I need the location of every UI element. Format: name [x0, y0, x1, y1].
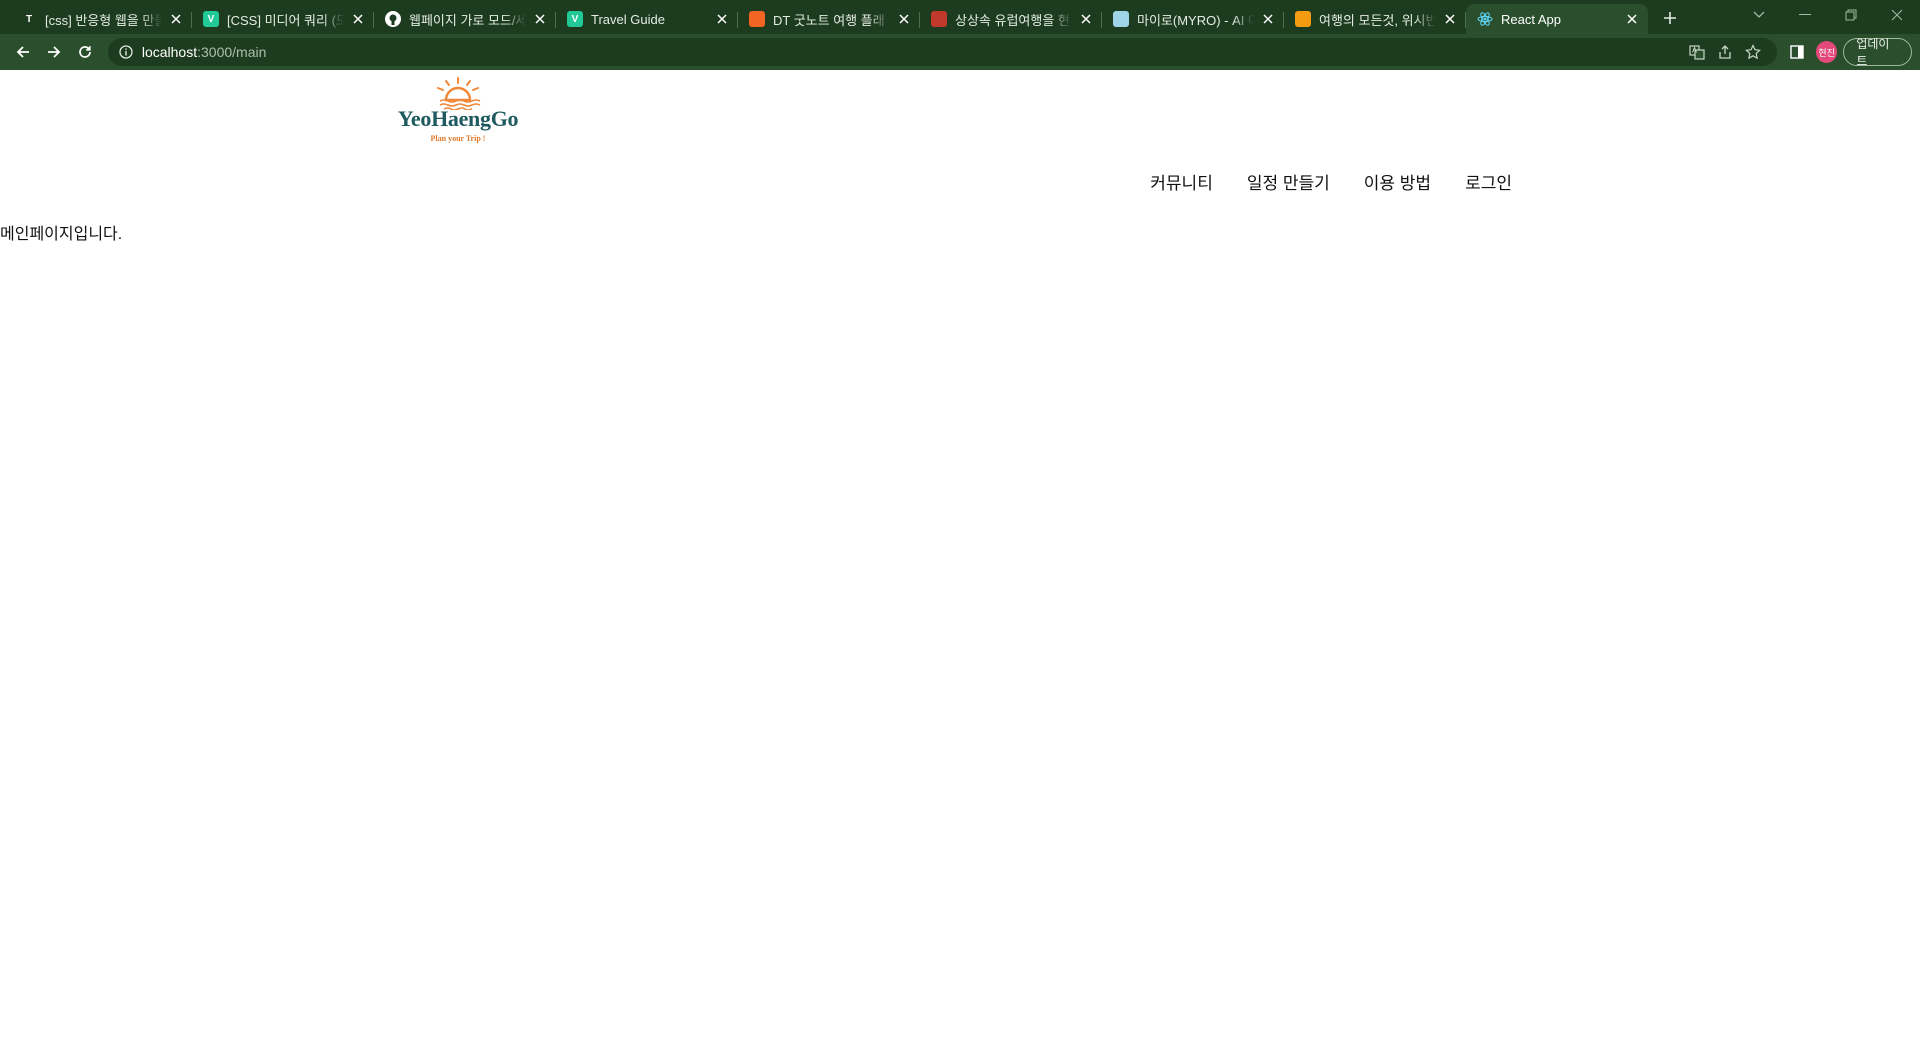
nav-how-to-use[interactable]: 이용 방법 [1364, 169, 1431, 194]
close-icon[interactable] [1078, 11, 1094, 27]
update-button[interactable]: 업데이트 [1843, 37, 1913, 68]
arrow-left-icon [16, 46, 29, 58]
close-icon[interactable] [1624, 11, 1640, 27]
react-icon [1477, 11, 1493, 27]
browser-tab[interactable]: 웹페이지 가로 모드/세 [374, 4, 556, 34]
side-panel-icon[interactable] [1781, 37, 1812, 67]
browser-tab[interactable]: DT 굿노트 여행 플래 [738, 4, 920, 34]
chevron-down-icon [1753, 11, 1765, 18]
tab-title: 웹페이지 가로 모드/세 [409, 12, 526, 28]
velog-icon: V [203, 11, 219, 27]
profile-avatar[interactable]: 현진 [1816, 41, 1838, 63]
reload-icon [79, 46, 92, 58]
browser-tab[interactable]: 마이로(MYRO) - AI 여 [1102, 4, 1284, 34]
site-info-icon[interactable] [118, 44, 134, 60]
url-path: :3000/main [197, 44, 267, 60]
back-button[interactable] [8, 37, 37, 67]
close-icon[interactable] [1442, 11, 1458, 27]
close-icon[interactable] [168, 11, 184, 27]
arrow-right-icon [47, 46, 61, 58]
tab-title: Travel Guide [591, 11, 665, 27]
address-bar[interactable]: localhost:3000/main [107, 38, 1778, 66]
page-viewport: YeoHaengGo Plan your Trip ! 커뮤니티 일정 만들기 … [0, 70, 1920, 1040]
logo-tagline: Plan your Trip ! [430, 134, 486, 143]
tab-title: DT 굿노트 여행 플래 [773, 12, 885, 28]
close-icon[interactable] [714, 11, 730, 27]
browser-tab[interactable]: T [css] 반응형 웹을 만들 [10, 4, 192, 34]
tab-title: 여행의 모든것, 위시빈 [1319, 12, 1436, 28]
url-host: localhost [141, 44, 198, 60]
tab-title: React App [1501, 11, 1561, 27]
tab-title: 마이로(MYRO) - AI 여 [1137, 12, 1254, 28]
main-page-text: 메인페이지입니다. [0, 226, 123, 243]
velog-icon: V [567, 11, 583, 27]
brand-icon [749, 11, 765, 27]
share-icon[interactable] [1711, 38, 1739, 66]
nav-login[interactable]: 로그인 [1465, 169, 1512, 194]
minimize-icon [1799, 14, 1811, 15]
logo-wordmark: YeoHaengGo [397, 106, 519, 131]
tistory-icon: T [21, 11, 37, 27]
nav-community[interactable]: 커뮤니티 [1150, 169, 1213, 194]
close-icon[interactable] [350, 11, 366, 27]
minimize-button[interactable] [1782, 0, 1828, 30]
bookmark-star-icon[interactable] [1739, 38, 1767, 66]
tab-title: 상상속 유럽여행을 현 [955, 12, 1070, 28]
github-icon [385, 11, 401, 27]
tab-title: [css] 반응형 웹을 만들 [45, 12, 162, 28]
browser-tab[interactable]: React App [1466, 4, 1648, 34]
tab-strip: T [css] 반응형 웹을 만들 V [CSS] 미디어 쿼리 (모 웹페이지 가로 … [0, 0, 1920, 34]
nav-create-schedule[interactable]: 일정 만들기 [1247, 169, 1330, 194]
myro-icon [1113, 11, 1129, 27]
reload-button[interactable] [71, 37, 100, 67]
browser-tab[interactable]: V [CSS] 미디어 쿼리 (모 [192, 4, 374, 34]
browser-toolbar: localhost:3000/main 현진 업데이트 [0, 34, 1920, 70]
window-controls [1736, 0, 1920, 30]
close-icon[interactable] [1260, 11, 1276, 27]
browser-tab[interactable]: 여행의 모든것, 위시빈 [1284, 4, 1466, 34]
tab-search-button[interactable] [1736, 0, 1782, 30]
browser-tab[interactable]: 상상속 유럽여행을 현 [920, 4, 1102, 34]
tab-title: [CSS] 미디어 쿼리 (모 [227, 12, 344, 28]
sun-logo-icon [437, 77, 481, 110]
restore-icon [1845, 9, 1857, 21]
wishbeen-icon [1295, 11, 1311, 27]
close-window-button[interactable] [1874, 0, 1920, 30]
close-icon[interactable] [896, 11, 912, 27]
restore-button[interactable] [1828, 0, 1874, 30]
brand-icon [931, 11, 947, 27]
translate-icon[interactable] [1683, 38, 1711, 66]
new-tab-button[interactable] [1656, 4, 1684, 32]
site-logo[interactable]: YeoHaengGo Plan your Trip ! [388, 76, 528, 143]
close-icon [1891, 9, 1903, 21]
browser-window: T [css] 반응형 웹을 만들 V [CSS] 미디어 쿼리 (모 웹페이지 가로 … [0, 0, 1920, 1040]
browser-tab[interactable]: V Travel Guide [556, 4, 738, 34]
main-nav: 커뮤니티 일정 만들기 이용 방법 로그인 [1150, 169, 1512, 194]
plus-icon [1664, 12, 1676, 24]
close-icon[interactable] [532, 11, 548, 27]
forward-button[interactable] [39, 37, 68, 67]
